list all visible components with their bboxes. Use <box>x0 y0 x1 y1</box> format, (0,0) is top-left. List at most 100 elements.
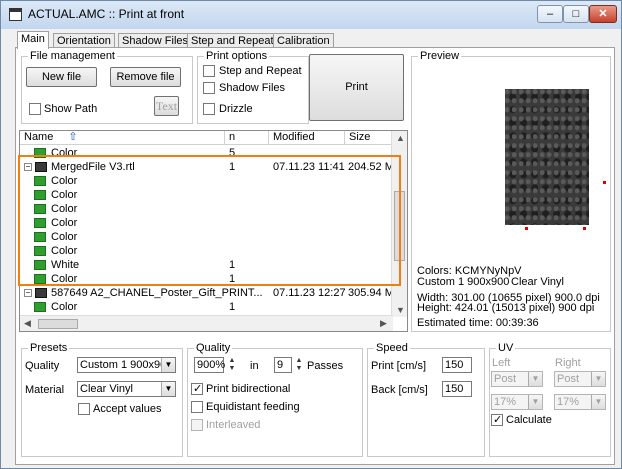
color-layer-row[interactable]: Color <box>20 188 393 202</box>
print-bidirectional-checkbox[interactable] <box>191 382 203 395</box>
uv-left-mode-combo[interactable]: Post ▼ <box>491 371 543 387</box>
file-management-label: File management <box>28 50 117 62</box>
application-window: ACTUAL.AMC :: Print at front – □ ✕ Main … <box>0 0 622 469</box>
file-list: Name ⇧ n Modified Size Color 5 − MergedFile… <box>19 130 408 332</box>
color-layer-row[interactable]: Color <box>20 174 393 188</box>
color-layer-row[interactable]: Color <box>20 216 393 230</box>
color-layer-icon <box>34 190 46 200</box>
drizzle-checkbox[interactable] <box>203 103 215 115</box>
remove-file-button[interactable]: Remove file <box>110 67 181 87</box>
color-layer-row[interactable]: Color <box>20 230 393 244</box>
resolution-spinner[interactable]: ▲ ▼ <box>226 357 238 373</box>
accept-values-label: Accept values <box>93 403 162 415</box>
preview-media: Clear Vinyl <box>511 276 564 288</box>
shadow-files-label: Shadow Files <box>219 82 286 94</box>
step-and-repeat-label: Step and Repeat <box>219 65 302 77</box>
scroll-right-icon[interactable]: ▶ <box>380 318 387 329</box>
passes-label: Passes <box>307 360 344 372</box>
color-layer-row[interactable]: Color 1 <box>20 300 393 314</box>
uv-right-mode-combo[interactable]: Post ▼ <box>554 371 606 387</box>
column-name[interactable]: Name ⇧ <box>20 131 225 145</box>
row-name: Color <box>51 273 78 285</box>
show-path-checkbox[interactable] <box>29 103 41 115</box>
print-speed-label: Print [cm/s] <box>371 360 427 372</box>
calculate-label: Calculate <box>506 414 552 426</box>
tab-calibration[interactable]: Calibration <box>273 33 334 48</box>
speed-label: Speed <box>374 342 410 354</box>
file-row[interactable]: − MergedFile V3.rtl 1 07.11.23 11:41 204.52 … <box>20 160 401 174</box>
row-name: Color <box>51 147 78 159</box>
collapse-icon[interactable]: − <box>24 163 32 171</box>
vertical-scroll-thumb[interactable] <box>394 191 405 261</box>
close-button[interactable]: ✕ <box>589 5 617 23</box>
row-n: 1 <box>229 301 236 313</box>
show-path-label: Show Path <box>44 103 98 115</box>
equidistant-feeding-checkbox[interactable] <box>191 401 203 413</box>
title-bar: ACTUAL.AMC :: Print at front – □ ✕ <box>1 1 621 29</box>
chevron-down-icon: ▼ <box>528 395 542 409</box>
collapse-icon[interactable]: − <box>24 289 32 297</box>
shadow-files-checkbox[interactable] <box>203 82 215 94</box>
color-layer-row[interactable]: White 1 <box>20 258 393 272</box>
passes-spinner[interactable]: ▲ ▼ <box>293 357 305 373</box>
column-modified[interactable]: Modified <box>269 131 345 145</box>
color-layer-icon <box>34 204 46 214</box>
back-speed-label: Back [cm/s] <box>371 384 428 396</box>
column-size[interactable]: Size <box>345 131 393 145</box>
color-layer-icon <box>34 302 46 312</box>
preview-label: Preview <box>418 50 462 62</box>
preview-height: Height: 424.01 (15013 pixel) 900 dpi <box>417 302 595 314</box>
accept-values-checkbox[interactable] <box>78 403 90 415</box>
chevron-down-icon: ▼ <box>591 372 605 386</box>
tab-step-and-repeat[interactable]: Step and Repeat <box>187 33 278 48</box>
equidistant-feeding-label: Equidistant feeding <box>206 401 300 413</box>
back-speed-field[interactable]: 150 <box>442 381 472 397</box>
tab-main[interactable]: Main <box>17 31 49 49</box>
maximize-button[interactable]: □ <box>563 5 589 23</box>
material-label: Material <box>25 384 65 396</box>
preview-marker-bottom-right <box>583 227 586 230</box>
home-icon: ⇧ <box>68 131 78 143</box>
material-combo[interactable]: Clear Vinyl ▼ <box>77 381 176 397</box>
file-row[interactable]: − 587649 A2_CHANEL_Poster_Gift_PRINT... 07… <box>20 286 401 300</box>
color-layer-row[interactable]: Color 5 <box>20 146 393 160</box>
horizontal-scroll-thumb[interactable] <box>38 319 78 329</box>
interleaved-checkbox[interactable] <box>191 419 203 431</box>
print-preview-image <box>505 89 589 225</box>
calculate-checkbox[interactable] <box>491 413 503 426</box>
text-button[interactable]: Text <box>154 96 179 116</box>
row-name: White <box>51 259 80 271</box>
tab-shadow-files[interactable]: Shadow Files <box>118 33 193 48</box>
scroll-up-icon[interactable]: ▲ <box>396 133 405 143</box>
tab-orientation[interactable]: Orientation <box>53 33 115 48</box>
column-n[interactable]: n <box>225 131 269 145</box>
scroll-down-icon[interactable]: ▼ <box>396 305 405 315</box>
vertical-scrollbar[interactable]: ▲ ▼ <box>391 131 407 317</box>
horizontal-scrollbar[interactable]: ◀ ▶ <box>20 315 393 331</box>
color-layer-row[interactable]: Color 1 <box>20 272 393 286</box>
quality-preset-combo[interactable]: Custom 1 900x900 ▼ <box>77 357 176 373</box>
quality-group-label: Quality <box>194 342 233 354</box>
uv-left-power-combo[interactable]: 17% ▼ <box>491 394 543 410</box>
color-layer-icon <box>34 274 46 284</box>
print-speed-field[interactable]: 150 <box>442 357 472 373</box>
resolution-percent-field[interactable]: 900% <box>194 357 225 373</box>
color-layer-row[interactable]: Color <box>20 244 393 258</box>
minimize-button[interactable]: – <box>537 5 563 23</box>
presets-quality-label: Quality <box>25 360 60 372</box>
uv-right-label: Right <box>555 357 581 369</box>
print-button[interactable]: Print <box>309 54 404 121</box>
new-file-button[interactable]: New file <box>26 67 97 87</box>
scroll-left-icon[interactable]: ◀ <box>24 318 31 329</box>
row-n: 1 <box>229 259 236 271</box>
color-layer-row[interactable]: Color <box>20 202 393 216</box>
color-layer-icon <box>34 176 46 186</box>
row-name: Color <box>51 203 78 215</box>
step-and-repeat-checkbox[interactable] <box>203 65 215 77</box>
color-layer-icon <box>34 232 46 242</box>
uv-right-power-combo[interactable]: 17% ▼ <box>554 394 606 410</box>
passes-field[interactable]: 9 <box>274 357 292 373</box>
row-name: Color <box>51 231 78 243</box>
chevron-down-icon: ▼ <box>591 395 605 409</box>
print-options-label: Print options <box>204 50 270 62</box>
